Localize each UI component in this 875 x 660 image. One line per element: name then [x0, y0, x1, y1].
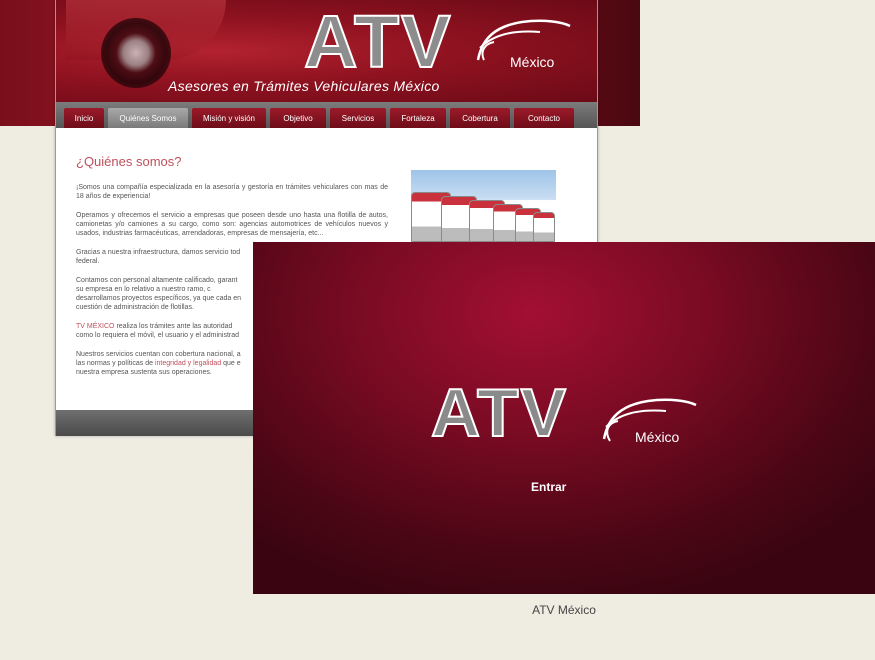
image-caption: ATV México — [532, 603, 596, 617]
enter-button[interactable]: Entrar — [531, 480, 566, 494]
nav-contacto[interactable]: Contacto — [514, 108, 574, 128]
content-paragraph: ¡Somos una compañía especializada en la … — [76, 184, 388, 200]
content-text: realiza los trámites ante las autoridad — [114, 323, 233, 330]
content-text: nuestra empresa sustenta sus operaciones… — [76, 369, 212, 376]
content-text: como lo requiera el móvil, el usuario y … — [76, 332, 240, 339]
content-text: que e — [221, 360, 241, 367]
splash-logo-subtitle: México — [635, 429, 680, 445]
content-paragraph: Operamos y ofrecemos el servicio a empre… — [76, 212, 388, 237]
nav-servicios[interactable]: Servicios — [330, 108, 386, 128]
splash-logo-text: ATV — [430, 375, 568, 451]
site-header: ATV México Asesores en Trámites Vehicula… — [56, 0, 597, 102]
nav-inicio[interactable]: Inicio — [64, 108, 104, 128]
nav-mision-vision[interactable]: Misión y visión — [192, 108, 266, 128]
trucks-photo — [411, 170, 556, 244]
content-text: desarrollamos proyectos específicos, ya … — [76, 295, 241, 302]
content-text: su empresa en lo relativo a nuestro ramo… — [76, 286, 211, 293]
nav-quienes-somos[interactable]: Quiénes Somos — [108, 108, 188, 128]
content-text: las normas y políticas de — [76, 360, 155, 367]
site-nav: Inicio Quiénes Somos Misión y visión Obj… — [56, 102, 597, 128]
nav-objetivo[interactable]: Objetivo — [270, 108, 326, 128]
integrity-link[interactable]: integridad y legalidad — [155, 360, 221, 367]
brand-link[interactable]: TV MÉXICO — [76, 323, 115, 330]
content-text: cuestión de administración de flotillas. — [76, 304, 194, 311]
page-heading: ¿Quiénes somos? — [76, 154, 182, 169]
nav-fortaleza[interactable]: Fortaleza — [390, 108, 446, 128]
site-tagline: Asesores en Trámites Vehiculares México — [168, 78, 440, 94]
nav-cobertura[interactable]: Cobertura — [450, 108, 510, 128]
splash-page: ATV México Entrar — [253, 242, 875, 594]
truck-image — [533, 212, 555, 242]
content-text: Contamos con personal altamente califica… — [76, 277, 238, 284]
content-text: Nuestros servicios cuentan con cobertura… — [76, 351, 241, 358]
content-text: Gracias a nuestra infraestructura, damos… — [76, 249, 241, 256]
content-text: federal. — [76, 258, 100, 265]
site-logo-subtitle: México — [510, 54, 555, 70]
car-wheel-decoration — [101, 18, 171, 88]
site-logo-text: ATV — [303, 0, 453, 83]
